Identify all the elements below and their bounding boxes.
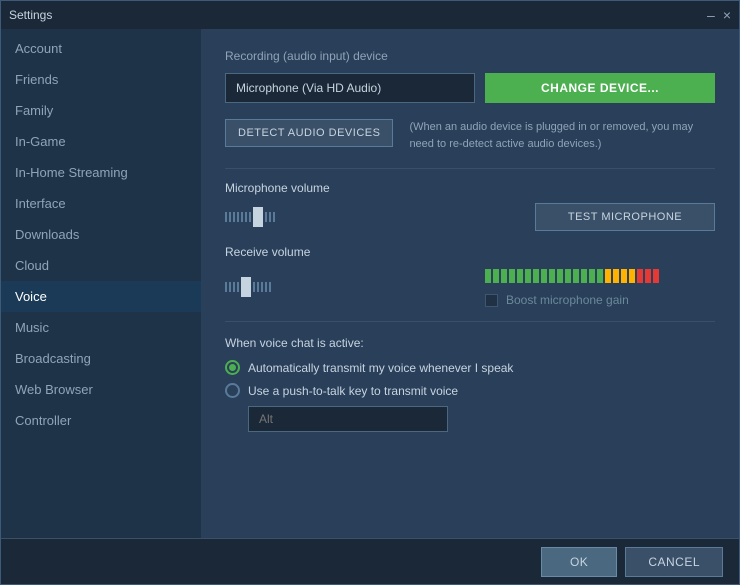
radio-auto-row: Automatically transmit my voice whenever… bbox=[225, 360, 715, 375]
mic-volume-slider[interactable] bbox=[225, 207, 525, 227]
cancel-button[interactable]: CANCEL bbox=[625, 547, 723, 577]
receive-volume-row: Boost microphone gain bbox=[225, 267, 715, 307]
boost-checkbox[interactable] bbox=[485, 294, 498, 307]
radio-auto-label: Automatically transmit my voice whenever… bbox=[248, 361, 513, 375]
mic-volume-row: TEST MICROPHONE bbox=[225, 203, 715, 231]
footer: OK CANCEL bbox=[1, 538, 739, 584]
boost-label: Boost microphone gain bbox=[506, 293, 629, 307]
sidebar-item-downloads[interactable]: Downloads bbox=[1, 219, 201, 250]
ok-button[interactable]: OK bbox=[541, 547, 617, 577]
receive-volume-slider[interactable] bbox=[225, 277, 475, 297]
device-input[interactable] bbox=[225, 73, 475, 103]
sidebar-item-in-home-streaming[interactable]: In-Home Streaming bbox=[1, 157, 201, 188]
detect-row: DETECT AUDIO DEVICES (When an audio devi… bbox=[225, 119, 715, 152]
sidebar-item-broadcasting[interactable]: Broadcasting bbox=[1, 343, 201, 374]
sidebar-item-interface[interactable]: Interface bbox=[1, 188, 201, 219]
sidebar-item-account[interactable]: Account bbox=[1, 33, 201, 64]
radio-push-to-talk[interactable] bbox=[225, 383, 240, 398]
mic-volume-section: Microphone volume bbox=[225, 181, 715, 231]
sidebar-item-voice[interactable]: Voice bbox=[1, 281, 201, 312]
device-row: CHANGE DEVICE... bbox=[225, 73, 715, 103]
titlebar: Settings – × bbox=[1, 1, 739, 29]
test-microphone-button[interactable]: TEST MICROPHONE bbox=[535, 203, 715, 231]
titlebar-controls: – × bbox=[707, 7, 731, 23]
divider-1 bbox=[225, 168, 715, 169]
sidebar-item-in-game[interactable]: In-Game bbox=[1, 126, 201, 157]
volume-level-indicator bbox=[485, 267, 715, 283]
receive-volume-section: Receive volume bbox=[225, 245, 715, 307]
sidebar-item-music[interactable]: Music bbox=[1, 312, 201, 343]
push-to-talk-key-input[interactable] bbox=[248, 406, 448, 432]
settings-window: Settings – × Account Friends Family In-G… bbox=[0, 0, 740, 585]
window-title: Settings bbox=[9, 8, 52, 22]
recording-device-label: Recording (audio input) device bbox=[225, 49, 715, 63]
sidebar-item-friends[interactable]: Friends bbox=[1, 64, 201, 95]
detect-note: (When an audio device is plugged in or r… bbox=[409, 119, 709, 152]
mic-volume-label: Microphone volume bbox=[225, 181, 715, 195]
close-button[interactable]: × bbox=[723, 7, 731, 23]
sidebar-item-controller[interactable]: Controller bbox=[1, 405, 201, 436]
detect-audio-button[interactable]: DETECT AUDIO DEVICES bbox=[225, 119, 393, 147]
sidebar-item-family[interactable]: Family bbox=[1, 95, 201, 126]
divider-2 bbox=[225, 321, 715, 322]
change-device-button[interactable]: CHANGE DEVICE... bbox=[485, 73, 715, 103]
content-area: Account Friends Family In-Game In-Home S… bbox=[1, 29, 739, 538]
sidebar-item-cloud[interactable]: Cloud bbox=[1, 250, 201, 281]
radio-push-row: Use a push-to-talk key to transmit voice bbox=[225, 383, 715, 398]
minimize-button[interactable]: – bbox=[707, 7, 715, 23]
voice-active-label: When voice chat is active: bbox=[225, 336, 715, 350]
radio-push-label: Use a push-to-talk key to transmit voice bbox=[248, 384, 458, 398]
main-panel: Recording (audio input) device CHANGE DE… bbox=[201, 29, 739, 538]
receive-volume-label: Receive volume bbox=[225, 245, 715, 259]
boost-row: Boost microphone gain bbox=[485, 293, 715, 307]
sidebar-item-web-browser[interactable]: Web Browser bbox=[1, 374, 201, 405]
sidebar: Account Friends Family In-Game In-Home S… bbox=[1, 29, 201, 538]
radio-auto-transmit[interactable] bbox=[225, 360, 240, 375]
